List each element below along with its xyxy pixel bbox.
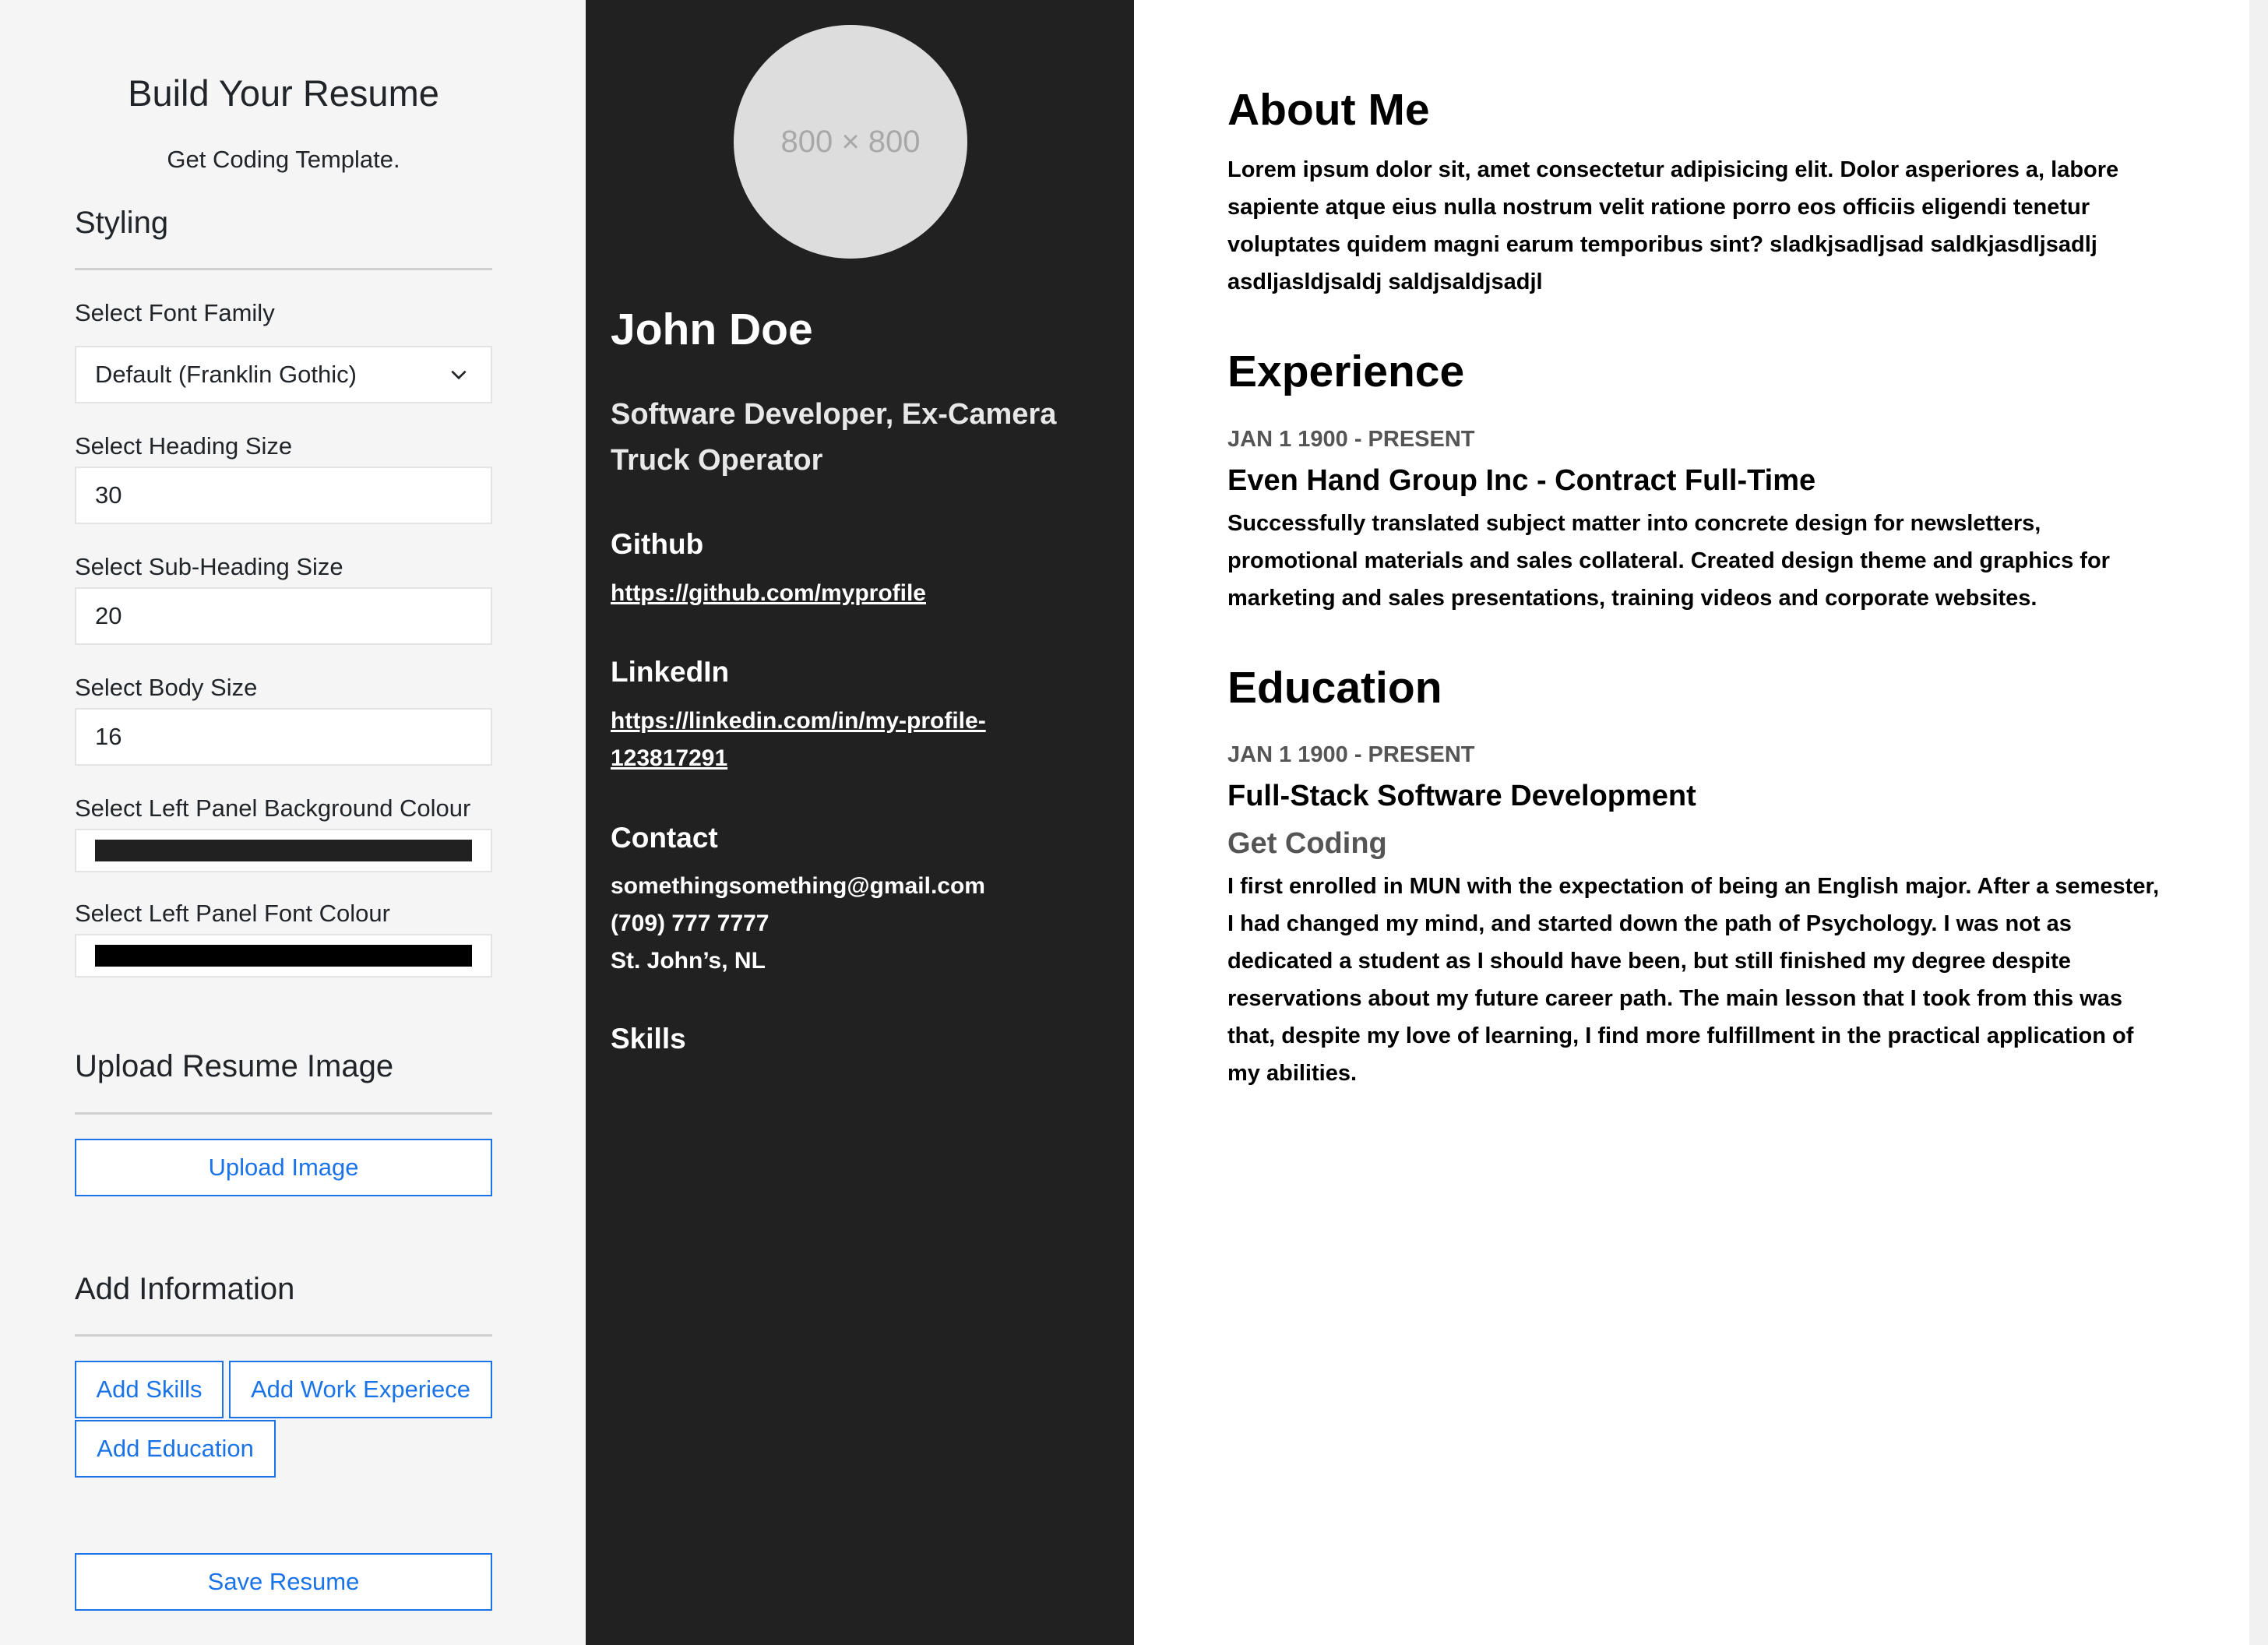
add-work-experience-button[interactable]: Add Work Experiece (229, 1361, 492, 1418)
resume-name: John Doe (611, 305, 813, 354)
subheading-size-label: Select Sub-Heading Size (75, 553, 343, 580)
contact-email: somethingsomething@gmail.com (611, 873, 985, 899)
linkedin-heading: LinkedIn (611, 656, 730, 688)
left-font-colour-picker[interactable] (75, 934, 492, 977)
github-heading: Github (611, 528, 704, 560)
builder-title: Build Your Resume (128, 72, 439, 114)
page-scrollbar[interactable] (2249, 0, 2268, 1645)
upload-image-button[interactable]: Upload Image (75, 1139, 492, 1196)
builder-subtitle: Get Coding Template. (167, 146, 400, 173)
education-heading: Education (1227, 663, 1442, 713)
heading-size-label: Select Heading Size (75, 432, 293, 460)
upload-heading: Upload Resume Image (75, 1049, 394, 1083)
github-link[interactable]: https://github.com/myprofile (611, 575, 1078, 612)
left-bg-colour-swatch (95, 840, 472, 861)
about-text: Lorem ipsum dolor sit, amet consectetur … (1227, 157, 2119, 294)
left-font-colour-label: Select Left Panel Font Colour (75, 900, 390, 927)
builder-sidebar: Build Your Resume Get Coding Template. S… (0, 0, 586, 1645)
add-education-button[interactable]: Add Education (75, 1420, 276, 1478)
experience-dates: JAN 1 1900 - PRESENT (1227, 427, 1475, 452)
education-school: Get Coding (1227, 827, 1387, 860)
subheading-size-value: 20 (95, 602, 122, 629)
experience-heading: Experience (1227, 347, 1465, 396)
heading-size-input[interactable]: 30 (75, 467, 492, 524)
linkedin-link[interactable]: https://linkedin.com/in/my-profile-12381… (611, 703, 1078, 777)
about-heading: About Me (1227, 85, 1430, 135)
body-size-label: Select Body Size (75, 674, 258, 701)
education-description: I first enrolled in MUN with the expecta… (1227, 874, 2160, 1086)
contact-phone: (709) 777 7777 (611, 911, 770, 936)
left-font-colour-swatch (95, 945, 472, 967)
save-resume-button[interactable]: Save Resume (75, 1553, 492, 1611)
resume-body: About Me Lorem ipsum dolor sit, amet con… (1134, 0, 2249, 1645)
body-size-input[interactable]: 16 (75, 708, 492, 766)
upload-divider (75, 1112, 492, 1115)
education-dates: JAN 1 1900 - PRESENT (1227, 742, 1475, 767)
add-skills-button[interactable]: Add Skills (75, 1361, 224, 1418)
profile-image-placeholder: 800 × 800 (734, 25, 967, 259)
contact-location: St. John’s, NL (611, 948, 766, 974)
left-bg-colour-picker[interactable] (75, 829, 492, 872)
font-family-label: Select Font Family (75, 299, 275, 326)
resume-job-title: Software Developer, Ex-Camera Truck Oper… (611, 398, 1057, 477)
experience-description: Successfully translated subject matter i… (1227, 511, 2110, 611)
experience-title: Even Hand Group Inc - Contract Full-Time (1227, 464, 1816, 497)
resume-left-panel: 800 × 800 John Doe Software Developer, E… (586, 0, 1134, 1645)
styling-divider (75, 268, 492, 270)
add-info-heading: Add Information (75, 1272, 295, 1306)
education-title: Full-Stack Software Development (1227, 780, 1696, 812)
body-size-value: 16 (95, 723, 122, 750)
heading-size-value: 30 (95, 481, 122, 509)
font-family-select[interactable]: Default (Franklin Gothic) (75, 346, 492, 403)
subheading-size-input[interactable]: 20 (75, 587, 492, 645)
image-placeholder-text: 800 × 800 (780, 124, 921, 159)
left-bg-colour-label: Select Left Panel Background Colour (75, 794, 471, 822)
contact-heading: Contact (611, 822, 718, 854)
add-info-divider (75, 1334, 492, 1337)
chevron-down-icon (451, 370, 467, 380)
font-family-value: Default (Franklin Gothic) (95, 361, 357, 388)
skills-heading: Skills (611, 1023, 686, 1055)
styling-heading: Styling (75, 206, 169, 240)
